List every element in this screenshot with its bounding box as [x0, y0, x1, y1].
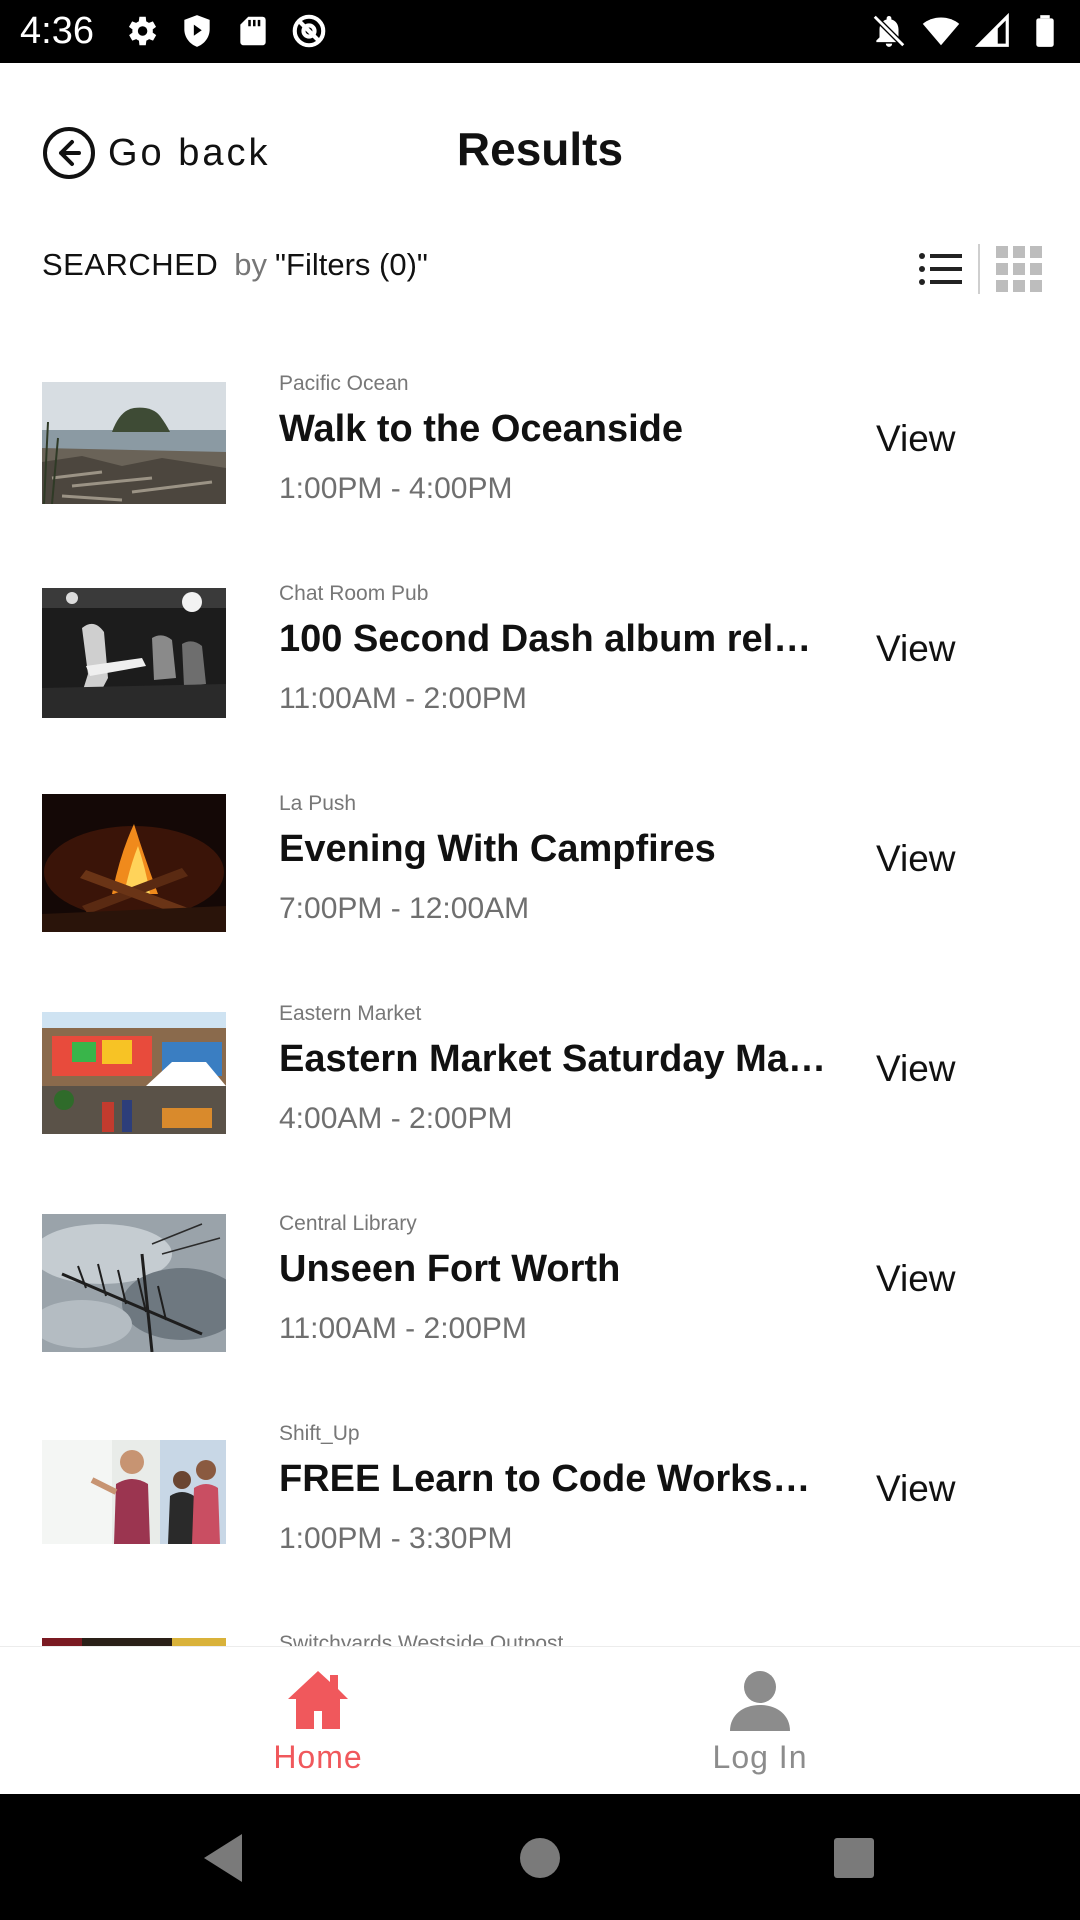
event-image-concert[interactable]: [42, 588, 226, 718]
list-item[interactable]: Eastern Market Eastern Market Saturday M…: [0, 990, 1080, 1190]
view-button[interactable]: View: [876, 1468, 956, 1510]
grid-view-icon[interactable]: [996, 246, 1042, 292]
event-time: 1:00PM - 3:30PM: [279, 1522, 513, 1555]
event-title[interactable]: FREE Learn to Code Workshop: [279, 1458, 831, 1501]
toggle-divider: [978, 244, 980, 294]
event-time: 11:00AM - 2:00PM: [279, 682, 527, 715]
settings-icon: [122, 12, 160, 50]
list-item[interactable]: Shift_Up FREE Learn to Code Workshop 1:0…: [0, 1410, 1080, 1610]
home-icon: [286, 1667, 350, 1731]
view-button[interactable]: View: [876, 628, 956, 670]
event-venue: Pacific Ocean: [279, 372, 409, 395]
event-title[interactable]: Walk to the Oceanside: [279, 408, 831, 451]
battery-icon: [1026, 12, 1064, 50]
event-image-workshop[interactable]: [42, 1440, 226, 1544]
system-nav-bar: [0, 1794, 1080, 1920]
notifications-off-icon: [870, 12, 908, 50]
event-venue: Chat Room Pub: [279, 582, 429, 605]
nav-home-label: Home: [273, 1739, 363, 1775]
play-protect-icon: [178, 12, 216, 50]
signal-icon: [974, 12, 1012, 50]
view-button[interactable]: View: [876, 1258, 956, 1300]
home-circle-icon[interactable]: [512, 1830, 568, 1886]
event-venue: Eastern Market: [279, 1002, 422, 1025]
searched-by: by: [234, 247, 268, 282]
nav-login[interactable]: Log In: [660, 1647, 860, 1795]
event-venue: Switchyards Westside Outpost: [279, 1632, 564, 1646]
sd-card-icon: [234, 12, 272, 50]
event-venue: La Push: [279, 792, 357, 815]
view-button[interactable]: View: [876, 418, 956, 460]
status-bar: 4:36: [0, 0, 1080, 63]
list-view-icon[interactable]: [918, 247, 964, 291]
recents-square-icon[interactable]: [826, 1830, 882, 1886]
status-left-icons: [122, 12, 328, 50]
at-sign-icon: [290, 12, 328, 50]
list-item[interactable]: Chat Room Pub 100 Second Dash album rele…: [0, 570, 1080, 770]
bottom-nav: Home Log In: [0, 1646, 1080, 1794]
view-button[interactable]: View: [876, 838, 956, 880]
view-button[interactable]: View: [876, 1048, 956, 1090]
event-image-market[interactable]: [42, 1012, 226, 1134]
event-image-campfire[interactable]: [42, 794, 226, 932]
view-toggle: [918, 244, 1042, 294]
event-time: 7:00PM - 12:00AM: [279, 892, 530, 925]
event-title[interactable]: Unseen Fort Worth: [279, 1248, 831, 1291]
event-venue: Central Library: [279, 1212, 417, 1235]
event-list[interactable]: Pacific Ocean Walk to the Oceanside 1:00…: [0, 360, 1080, 1646]
event-title[interactable]: Evening With Campfires: [279, 828, 831, 871]
user-icon: [728, 1667, 792, 1731]
event-title[interactable]: Eastern Market Saturday Market: [279, 1038, 831, 1081]
list-item[interactable]: Switchyards Westside Outpost: [0, 1620, 1080, 1646]
event-image-partial[interactable]: [42, 1638, 226, 1646]
event-time: 1:00PM - 4:00PM: [279, 472, 513, 505]
status-time: 4:36: [20, 10, 94, 52]
event-title[interactable]: 100 Second Dash album release: [279, 618, 831, 661]
list-item[interactable]: Central Library Unseen Fort Worth 11:00A…: [0, 1200, 1080, 1400]
page-title: Results: [456, 123, 624, 175]
search-summary: SEARCHED by "Filters (0)": [42, 247, 428, 283]
status-right-icons: [870, 12, 1064, 50]
list-item[interactable]: Pacific Ocean Walk to the Oceanside 1:00…: [0, 360, 1080, 560]
event-image-ocean[interactable]: [42, 382, 226, 504]
searched-label: SEARCHED: [42, 247, 219, 282]
searched-filters: "Filters (0)": [275, 247, 428, 282]
list-item[interactable]: La Push Evening With Campfires 7:00PM - …: [0, 780, 1080, 980]
nav-home[interactable]: Home: [218, 1647, 418, 1795]
event-image-antenna[interactable]: [42, 1214, 226, 1352]
event-venue: Shift_Up: [279, 1422, 360, 1445]
event-time: 4:00AM - 2:00PM: [279, 1102, 513, 1135]
wifi-icon: [922, 12, 960, 50]
nav-login-label: Log In: [712, 1739, 808, 1775]
event-time: 11:00AM - 2:00PM: [279, 1312, 527, 1345]
back-triangle-icon[interactable]: [196, 1830, 252, 1886]
